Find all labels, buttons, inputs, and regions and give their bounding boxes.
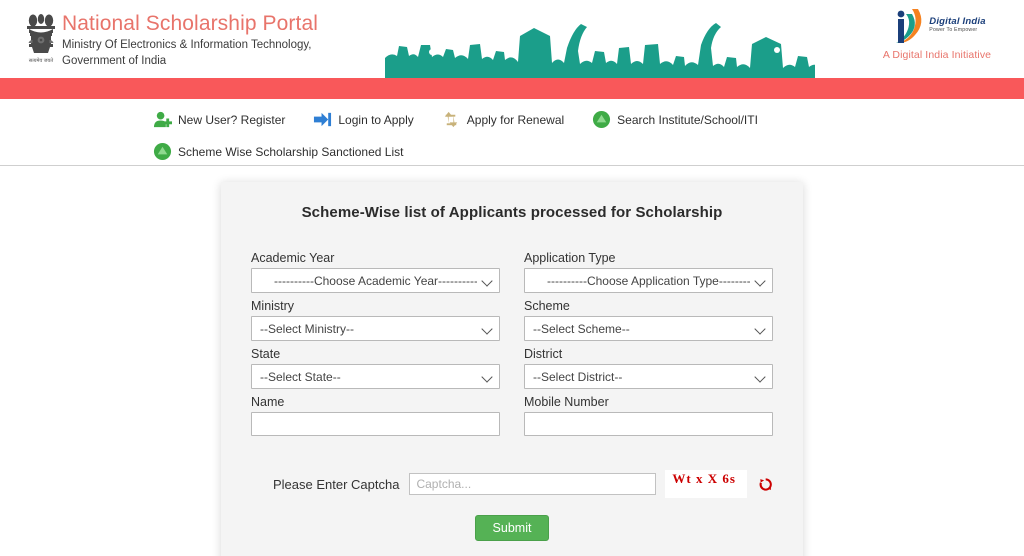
label-state: State (251, 347, 281, 361)
district-select[interactable]: --Select District-- (524, 364, 773, 389)
graduates-silhouette-banner (385, 23, 815, 78)
scheme-wise-search-card: Scheme-Wise list of Applicants processed… (221, 182, 803, 556)
mobile-number-input[interactable] (524, 412, 773, 436)
field-academic-year: Academic Year ----------Choose Academic … (251, 251, 500, 293)
page-title: National Scholarship Portal (62, 12, 319, 35)
submit-row: Submit (251, 515, 773, 541)
application-type-select[interactable]: ----------Choose Application Type-------… (524, 268, 773, 293)
select-wrap-district: --Select District-- (524, 364, 773, 389)
ashoka-lion-capital-emblem: सत्यमेव जयते (27, 14, 55, 64)
digital-india-tagline: Power To Empower (929, 27, 978, 34)
search-circle-icon (593, 110, 611, 129)
red-divider-bar (0, 78, 1024, 99)
refresh-captcha-icon[interactable] (758, 476, 773, 493)
digital-india-logo-block: Digital India Power To Empower A Digital… (862, 4, 1012, 61)
main-navigation: New User? Register Login to Apply Apply … (0, 99, 1024, 166)
form-spacer (251, 442, 773, 470)
nav-item-login-to-apply[interactable]: Login to Apply (313, 110, 414, 129)
label-name: Name (251, 395, 285, 409)
form-grid: Academic Year ----------Choose Academic … (251, 251, 773, 442)
nav-item-apply-for-renewal[interactable]: Apply for Renewal (442, 110, 564, 129)
page-header: सत्यमेव जयते National Scholarship Portal… (0, 0, 1024, 78)
nav-label: Login to Apply (338, 112, 414, 127)
label-application-type: Application Type (524, 251, 616, 265)
field-application-type: Application Type ----------Choose Applic… (524, 251, 773, 293)
nav-label: Apply for Renewal (466, 112, 565, 127)
select-wrap-state: --Select State-- (251, 364, 500, 389)
field-ministry: Ministry --Select Ministry-- (251, 299, 500, 341)
name-input[interactable] (251, 412, 500, 436)
nav-row-secondary: Scheme Wise Scholarship Sanctioned List (0, 139, 1024, 164)
digital-india-logo (896, 9, 922, 43)
captcha-row: Please Enter Captcha Wt x X 6s (251, 470, 773, 498)
label-district: District (524, 347, 563, 361)
label-mobile-number: Mobile Number (524, 395, 609, 409)
svg-text:सत्यमेव जयते: सत्यमेव जयते (29, 57, 53, 64)
digital-india-caption: A Digital India Initiative (882, 49, 992, 61)
user-add-icon (153, 111, 172, 128)
ministry-select[interactable]: --Select Ministry-- (251, 316, 500, 341)
captcha-label: Please Enter Captcha (273, 476, 400, 492)
select-wrap-ministry: --Select Ministry-- (251, 316, 500, 341)
select-wrap-application-type: ----------Choose Application Type-------… (524, 268, 773, 293)
academic-year-select[interactable]: ----------Choose Academic Year---------- (251, 268, 500, 293)
nav-label: Search Institute/School/ITI (617, 112, 758, 127)
ministry-line-2: Government of India (62, 55, 167, 67)
renewal-refresh-icon (444, 111, 457, 128)
card-title: Scheme-Wise list of Applicants processed… (301, 204, 723, 221)
nav-row-primary: New User? Register Login to Apply Apply … (0, 107, 1024, 132)
select-wrap-scheme: --Select Scheme-- (524, 316, 773, 341)
captcha-image-text: Wt x X 6s (672, 471, 736, 486)
nav-item-new-user-register[interactable]: New User? Register (153, 110, 285, 129)
field-district: District --Select District-- (524, 347, 773, 389)
captcha-image: Wt x X 6s (665, 470, 747, 498)
select-wrap-academic-year: ----------Choose Academic Year---------- (251, 268, 500, 293)
field-scheme: Scheme --Select Scheme-- (524, 299, 773, 341)
field-name: Name (251, 395, 500, 436)
nav-label: Scheme Wise Scholarship Sanctioned List (178, 144, 404, 159)
label-ministry: Ministry (251, 299, 295, 313)
login-arrow-icon (314, 112, 332, 127)
submit-button[interactable]: Submit (474, 515, 550, 541)
nav-item-scheme-wise-list[interactable]: Scheme Wise Scholarship Sanctioned List (153, 142, 403, 161)
field-state: State --Select State-- (251, 347, 500, 389)
label-academic-year: Academic Year (251, 251, 335, 265)
ministry-line-1: Ministry Of Electronics & Information Te… (62, 39, 312, 51)
site-title-block: National Scholarship Portal Ministry Of … (62, 12, 318, 68)
main-content: Scheme-Wise list of Applicants processed… (0, 166, 1024, 556)
nav-label: New User? Register (178, 112, 286, 127)
scheme-select[interactable]: --Select Scheme-- (524, 316, 773, 341)
list-circle-icon (153, 142, 172, 161)
captcha-input[interactable] (409, 473, 657, 495)
digital-india-name: Digital India (929, 15, 986, 27)
nav-item-search-institute[interactable]: Search Institute/School/ITI (592, 110, 758, 129)
state-select[interactable]: --Select State-- (251, 364, 500, 389)
label-scheme: Scheme (524, 299, 570, 313)
field-mobile-number: Mobile Number (524, 395, 773, 436)
